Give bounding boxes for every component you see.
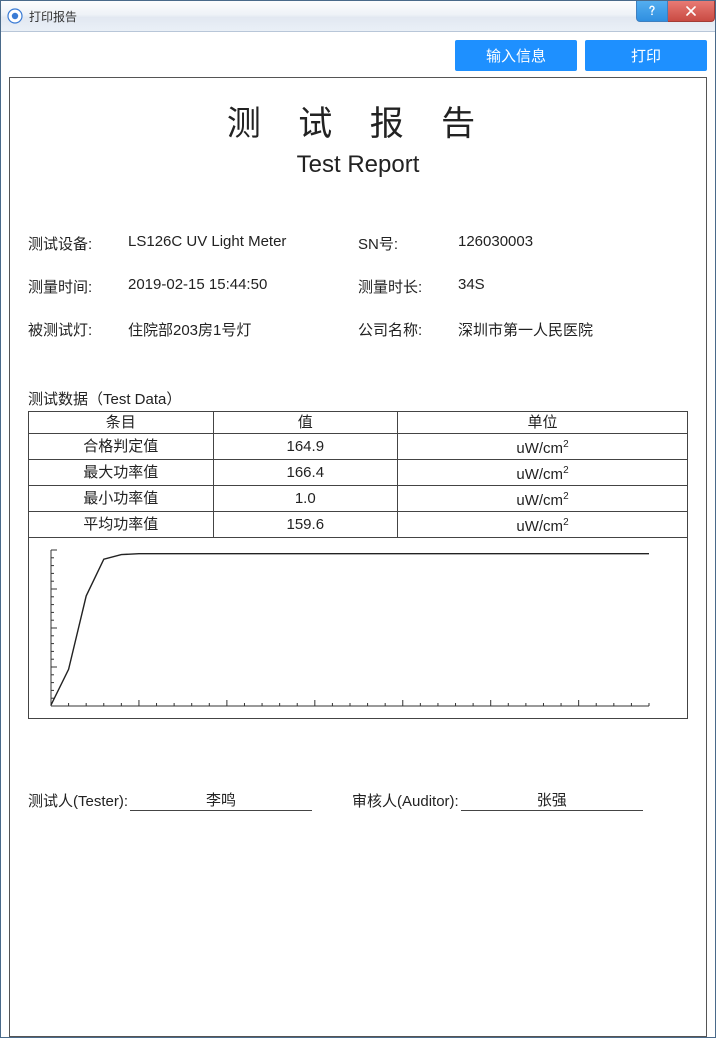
titlebar: 打印报告 bbox=[1, 1, 715, 32]
input-info-button[interactable]: 输入信息 bbox=[455, 40, 577, 71]
table-row: 最大功率值 166.4 uW/cm2 bbox=[29, 460, 688, 486]
time-value: 2019-02-15 15:44:50 bbox=[128, 276, 348, 297]
cell-item: 最小功率值 bbox=[29, 486, 214, 512]
col-item: 条目 bbox=[29, 412, 214, 434]
table-header-row: 条目 值 单位 bbox=[29, 412, 688, 434]
cell-value: 1.0 bbox=[213, 486, 398, 512]
company-value: 深圳市第一人民医院 bbox=[458, 319, 688, 340]
lamp-value: 住院部203房1号灯 bbox=[128, 319, 348, 340]
close-button[interactable] bbox=[668, 1, 715, 22]
cell-value: 159.6 bbox=[213, 512, 398, 538]
time-label: 测量时间: bbox=[28, 276, 118, 297]
test-data-label: 测试数据（Test Data） bbox=[28, 388, 688, 409]
duration-label: 测量时长: bbox=[358, 276, 448, 297]
cell-unit: uW/cm2 bbox=[398, 512, 688, 538]
cell-item: 平均功率值 bbox=[29, 512, 214, 538]
signatures: 测试人(Tester): 李鸣 审核人(Auditor): 张强 bbox=[28, 789, 688, 811]
line-chart bbox=[37, 544, 657, 712]
table-row: 合格判定值 164.9 uW/cm2 bbox=[29, 434, 688, 460]
table-row: 最小功率值 1.0 uW/cm2 bbox=[29, 486, 688, 512]
help-button[interactable] bbox=[636, 1, 668, 22]
cell-value: 166.4 bbox=[213, 460, 398, 486]
print-report-window: 打印报告 输入信息 打印 测 试 报 告 Test Repor bbox=[0, 0, 716, 1038]
print-button[interactable]: 打印 bbox=[585, 40, 707, 71]
duration-value: 34S bbox=[458, 276, 688, 297]
toolbar: 输入信息 打印 bbox=[9, 40, 707, 71]
device-value: LS126C UV Light Meter bbox=[128, 233, 348, 254]
client-area: 输入信息 打印 测 试 报 告 Test Report 测试设备: LS126C… bbox=[1, 32, 715, 1038]
auditor-value: 张强 bbox=[461, 789, 643, 811]
report-title-en: Test Report bbox=[28, 151, 688, 179]
info-grid: 测试设备: LS126C UV Light Meter SN号: 1260300… bbox=[28, 233, 688, 340]
col-value: 值 bbox=[213, 412, 398, 434]
tester-label: 测试人(Tester): bbox=[28, 790, 128, 811]
table-row: 平均功率值 159.6 uW/cm2 bbox=[29, 512, 688, 538]
cell-item: 合格判定值 bbox=[29, 434, 214, 460]
col-unit: 单位 bbox=[398, 412, 688, 434]
device-label: 测试设备: bbox=[28, 233, 118, 254]
report-title-cn: 测 试 报 告 bbox=[28, 96, 688, 145]
sn-label: SN号: bbox=[358, 233, 448, 254]
company-label: 公司名称: bbox=[358, 319, 448, 340]
window-controls bbox=[636, 1, 715, 21]
cell-unit: uW/cm2 bbox=[398, 460, 688, 486]
lamp-label: 被测试灯: bbox=[28, 319, 118, 340]
sn-value: 126030003 bbox=[458, 233, 688, 254]
chart-area bbox=[28, 537, 688, 719]
test-data-table: 条目 值 单位 合格判定值 164.9 uW/cm2 最大功率值 166.4 u… bbox=[28, 411, 688, 538]
cell-unit: uW/cm2 bbox=[398, 434, 688, 460]
cell-item: 最大功率值 bbox=[29, 460, 214, 486]
cell-unit: uW/cm2 bbox=[398, 486, 688, 512]
report-frame: 测 试 报 告 Test Report 测试设备: LS126C UV Ligh… bbox=[9, 77, 707, 1037]
auditor-label: 审核人(Auditor): bbox=[352, 790, 459, 811]
app-icon bbox=[7, 8, 23, 24]
tester-value: 李鸣 bbox=[130, 789, 312, 811]
window-title: 打印报告 bbox=[29, 8, 77, 25]
cell-value: 164.9 bbox=[213, 434, 398, 460]
